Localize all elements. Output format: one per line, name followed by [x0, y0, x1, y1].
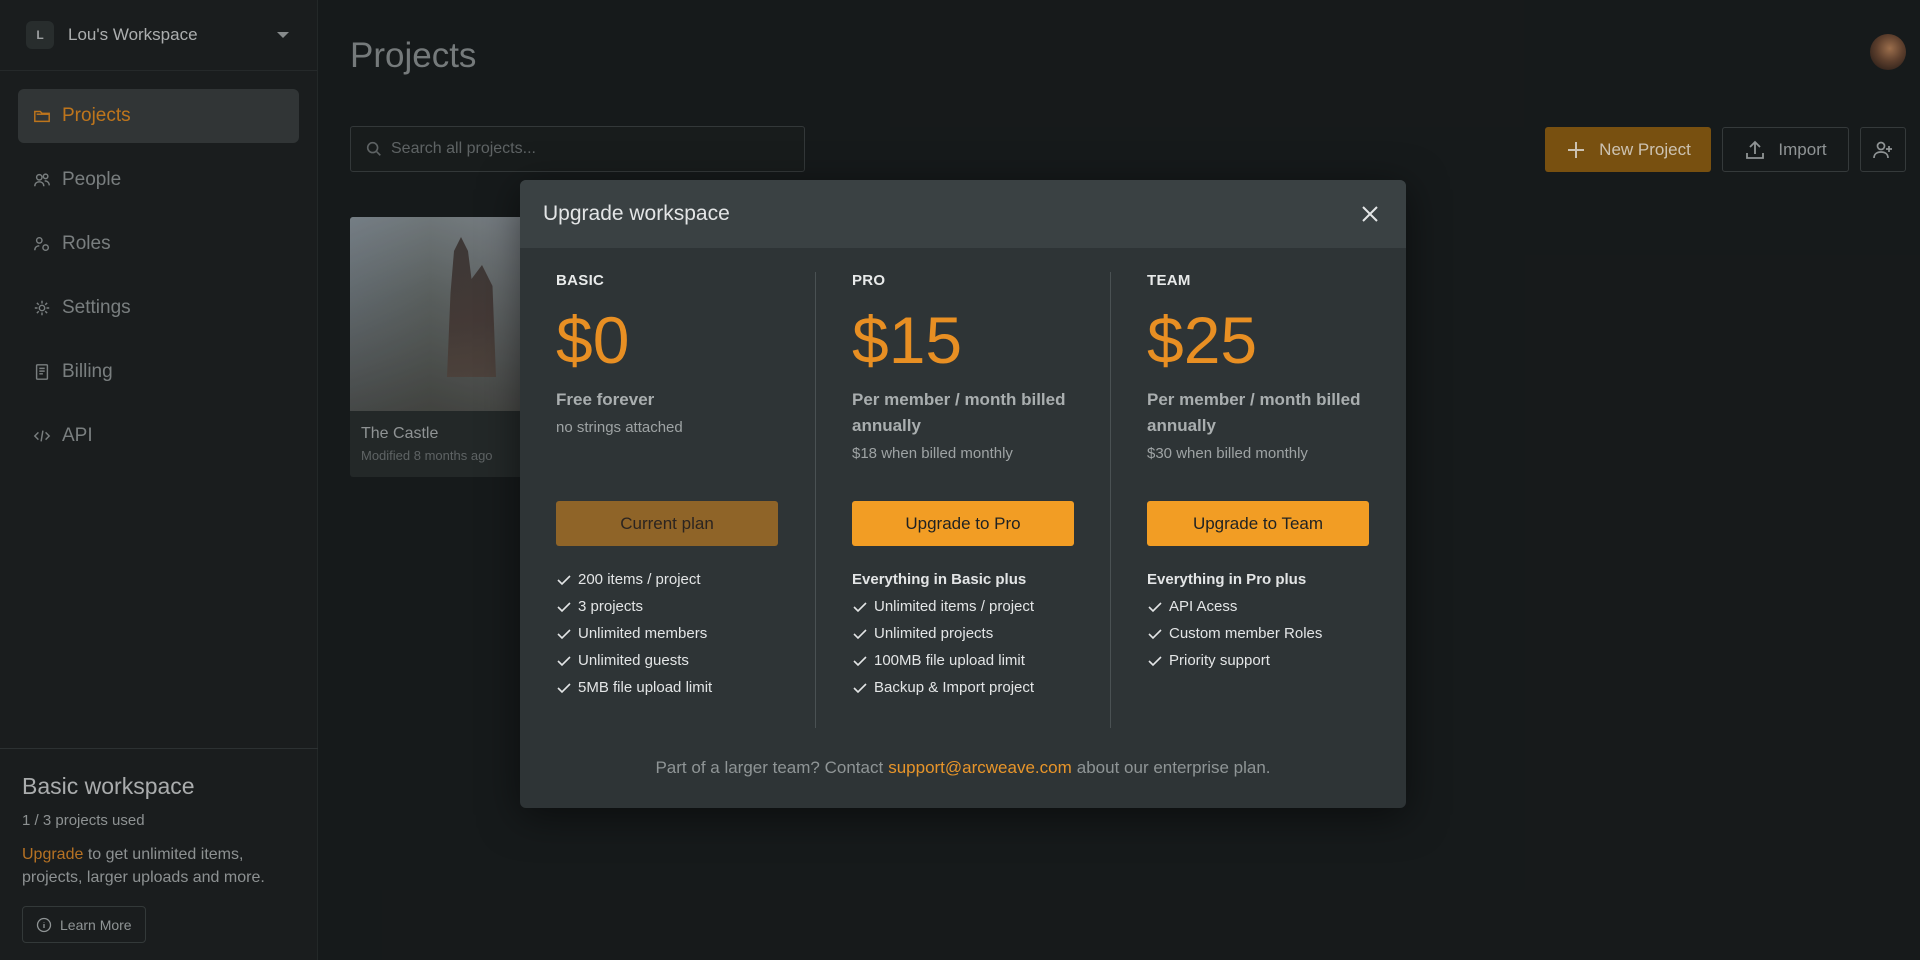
feature-list: 200 items / project 3 projects Unlimited…	[556, 566, 786, 701]
plan-price: $0	[556, 303, 630, 377]
plan-price: $25	[1147, 303, 1258, 377]
feature-item: Unlimited projects	[852, 620, 1082, 647]
check-icon	[557, 655, 571, 666]
plan-subtext: $18 when billed monthly	[852, 445, 1013, 462]
divider	[1110, 272, 1111, 728]
check-icon	[557, 574, 571, 585]
plan-subtext: $30 when billed monthly	[1147, 445, 1308, 462]
check-icon	[853, 601, 867, 612]
plan-price: $15	[852, 303, 963, 377]
plan-team: TEAM $25 Per member / month billed annua…	[1147, 272, 1369, 728]
check-icon	[853, 655, 867, 666]
enterprise-note: Part of a larger team? Contact support@a…	[520, 728, 1406, 808]
close-icon	[1362, 206, 1378, 222]
check-icon	[557, 601, 571, 612]
feature-item: Priority support	[1147, 647, 1377, 674]
feature-list: Everything in Basic plus Unlimited items…	[852, 566, 1082, 701]
feature-item: Unlimited items / project	[852, 593, 1082, 620]
upgrade-to-team-button[interactable]: Upgrade to Team	[1147, 501, 1369, 546]
check-icon	[1148, 628, 1162, 639]
close-button[interactable]	[1357, 201, 1383, 227]
plan-pro: PRO $15 Per member / month billed annual…	[852, 272, 1074, 728]
check-icon	[853, 682, 867, 693]
plan-tier: TEAM	[1147, 272, 1191, 289]
modal-header: Upgrade workspace	[520, 180, 1406, 248]
plan-subtext: no strings attached	[556, 419, 683, 436]
plan-basic: BASIC $0 Free forever no strings attache…	[556, 272, 778, 728]
feature-heading: Everything in Basic plus	[852, 571, 1027, 588]
feature-item: Backup & Import project	[852, 674, 1082, 701]
enterprise-text-end: about our enterprise plan.	[1076, 758, 1271, 777]
current-plan-button[interactable]: Current plan	[556, 501, 778, 546]
feature-item: Unlimited guests	[556, 647, 786, 674]
check-icon	[557, 682, 571, 693]
check-icon	[1148, 655, 1162, 666]
feature-item: 200 items / project	[556, 566, 786, 593]
feature-list: Everything in Pro plus API Acess Custom …	[1147, 566, 1377, 674]
divider	[815, 272, 816, 728]
check-icon	[557, 628, 571, 639]
upgrade-modal: Upgrade workspace BASIC $0 Free forever …	[520, 180, 1406, 808]
enterprise-text: Part of a larger team? Contact	[655, 758, 884, 777]
plan-tier: BASIC	[556, 272, 605, 289]
feature-item: 100MB file upload limit	[852, 647, 1082, 674]
plan-tier: PRO	[852, 272, 886, 289]
plan-description: Free forever	[556, 390, 655, 409]
feature-item: 5MB file upload limit	[556, 674, 786, 701]
support-email-link[interactable]: support@arcweave.com	[888, 758, 1072, 778]
feature-heading: Everything in Pro plus	[1147, 571, 1307, 588]
feature-item: Unlimited members	[556, 620, 786, 647]
feature-item: Custom member Roles	[1147, 620, 1377, 647]
modal-title: Upgrade workspace	[543, 202, 730, 225]
upgrade-to-pro-button[interactable]: Upgrade to Pro	[852, 501, 1074, 546]
feature-item: API Acess	[1147, 593, 1377, 620]
check-icon	[1148, 601, 1162, 612]
feature-item: 3 projects	[556, 593, 786, 620]
plans: BASIC $0 Free forever no strings attache…	[520, 248, 1406, 728]
check-icon	[853, 628, 867, 639]
plan-description: Per member / month billed annually	[1147, 390, 1361, 435]
plan-description: Per member / month billed annually	[852, 390, 1066, 435]
